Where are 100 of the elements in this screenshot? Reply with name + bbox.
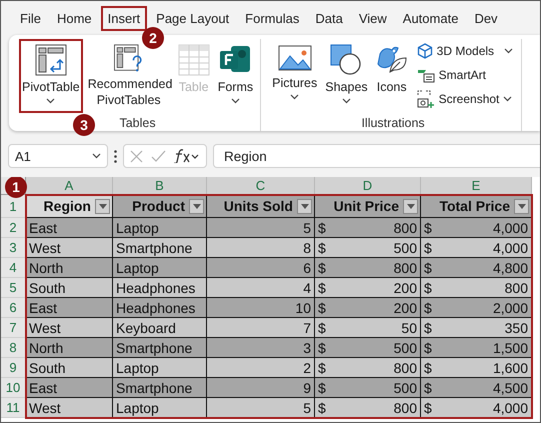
header-cell[interactable]: Region <box>26 195 113 218</box>
menu-tab[interactable]: View <box>352 6 394 30</box>
dropdown-arrow-icon <box>98 204 106 208</box>
ribbon-button[interactable]: Icons <box>372 39 411 113</box>
currency-symbol: $ <box>424 220 432 236</box>
currency-symbol: $ <box>318 260 326 276</box>
table-cell: South <box>26 358 113 378</box>
currency-symbol: $ <box>424 280 432 296</box>
menu-tab[interactable]: Insert <box>100 6 148 30</box>
table-cell: 3 <box>207 338 315 358</box>
table-cell: 500 <box>394 240 417 256</box>
table-cell: Laptop <box>113 218 207 238</box>
menu-tab[interactable]: File <box>13 6 48 30</box>
row-header[interactable]: 10 <box>1 378 26 398</box>
filter-button[interactable] <box>297 198 312 214</box>
table-cell: 800 <box>394 360 417 376</box>
table-cell: 800 <box>394 260 417 276</box>
menu-tab[interactable]: Home <box>50 6 99 30</box>
table-cell: 5 <box>207 398 315 418</box>
shapes-icon <box>330 44 362 76</box>
currency-symbol: $ <box>318 360 326 376</box>
more-options-icon <box>114 150 117 162</box>
column-header[interactable]: E <box>421 177 532 195</box>
ribbon-button[interactable]: Shapes <box>322 39 371 113</box>
column-header[interactable]: D <box>315 177 421 195</box>
currency-symbol: $ <box>424 360 432 376</box>
currency-symbol: $ <box>424 400 432 416</box>
column-header[interactable]: C <box>207 177 315 195</box>
dropdown-arrow-icon <box>518 204 526 208</box>
header-cell[interactable]: Units Sold <box>207 195 315 218</box>
table-cell: 4 <box>207 278 315 298</box>
currency-symbol: $ <box>424 240 432 256</box>
row-header[interactable]: 5 <box>1 278 26 298</box>
smartart-icon <box>416 67 435 83</box>
table-cell: East <box>26 298 113 318</box>
filter-button[interactable] <box>514 198 529 214</box>
table-cell: Laptop <box>113 358 207 378</box>
column-header[interactable]: A <box>26 177 113 195</box>
row-header[interactable]: 11 <box>1 398 26 418</box>
table-cell: 1,600 <box>492 360 528 376</box>
table-cell: 4,000 <box>492 400 528 416</box>
menu-tab[interactable]: Dev <box>467 6 505 30</box>
table-cell: Smartphone <box>113 378 207 398</box>
table-cell: 800 <box>394 220 417 236</box>
table-cell: South <box>26 278 113 298</box>
table-cell: 500 <box>394 340 417 356</box>
formula-field[interactable]: Region <box>213 144 540 168</box>
currency-symbol: $ <box>318 340 326 356</box>
currency-symbol: $ <box>318 380 326 396</box>
ribbon-button[interactable]: Forms <box>214 39 256 113</box>
menu-tab[interactable]: Automate <box>396 6 466 30</box>
currency-symbol: $ <box>318 220 326 236</box>
ribbon-button[interactable]: SmartArt <box>416 65 514 85</box>
filter-button[interactable] <box>95 198 110 214</box>
menu-tab[interactable]: Formulas <box>238 6 306 30</box>
row-header[interactable]: 9 <box>1 358 26 378</box>
dropdown-arrow-icon <box>406 204 414 208</box>
row-header[interactable]: 1 <box>1 195 26 218</box>
filter-button[interactable] <box>403 198 418 214</box>
ribbon-button[interactable]: Screenshot <box>416 89 514 109</box>
name-box[interactable]: A1 <box>8 144 108 168</box>
group-label: Tables <box>119 115 156 130</box>
table-cell: 50 <box>401 320 417 336</box>
row-header[interactable]: 2 <box>1 218 26 238</box>
ribbon-button[interactable]: Pictures <box>269 39 320 113</box>
currency-symbol: $ <box>424 300 432 316</box>
currency-symbol: $ <box>424 340 432 356</box>
table-cell: North <box>26 258 113 278</box>
currency-symbol: $ <box>318 300 326 316</box>
column-header[interactable]: B <box>113 177 207 195</box>
table-cell: North <box>26 338 113 358</box>
table-cell: West <box>26 238 113 258</box>
table-cell: Keyboard <box>113 318 207 338</box>
header-cell[interactable]: Unit Price <box>315 195 421 218</box>
table-cell: Laptop <box>113 258 207 278</box>
menu-tab[interactable]: Data <box>308 6 350 30</box>
cube-icon <box>416 43 433 59</box>
header-cell[interactable]: Total Price <box>421 195 532 218</box>
ribbon-button[interactable]: PivotTable <box>19 39 83 113</box>
cancel-icon <box>130 150 143 162</box>
row-header[interactable]: 3 <box>1 238 26 258</box>
row-header[interactable]: 6 <box>1 298 26 318</box>
ribbon-button[interactable]: 3D Models <box>416 41 514 61</box>
row-header[interactable]: 4 <box>1 258 26 278</box>
table-cell: 350 <box>504 320 528 336</box>
table-cell: Headphones <box>113 278 207 298</box>
table-cell: 7 <box>207 318 315 338</box>
header-cell[interactable]: Product <box>113 195 207 218</box>
table-cell: West <box>26 318 113 338</box>
table-cell: 6 <box>207 258 315 278</box>
screenshot-icon <box>416 90 435 108</box>
table-cell: West <box>26 398 113 418</box>
filter-button[interactable] <box>189 198 204 214</box>
picture-icon <box>278 44 312 72</box>
table-cell: 1,500 <box>492 340 528 356</box>
row-header[interactable]: 7 <box>1 318 26 338</box>
dropdown-arrow-icon <box>300 204 308 208</box>
table-cell: East <box>26 218 113 238</box>
row-header[interactable]: 8 <box>1 338 26 358</box>
table-cell: 5 <box>207 218 315 238</box>
